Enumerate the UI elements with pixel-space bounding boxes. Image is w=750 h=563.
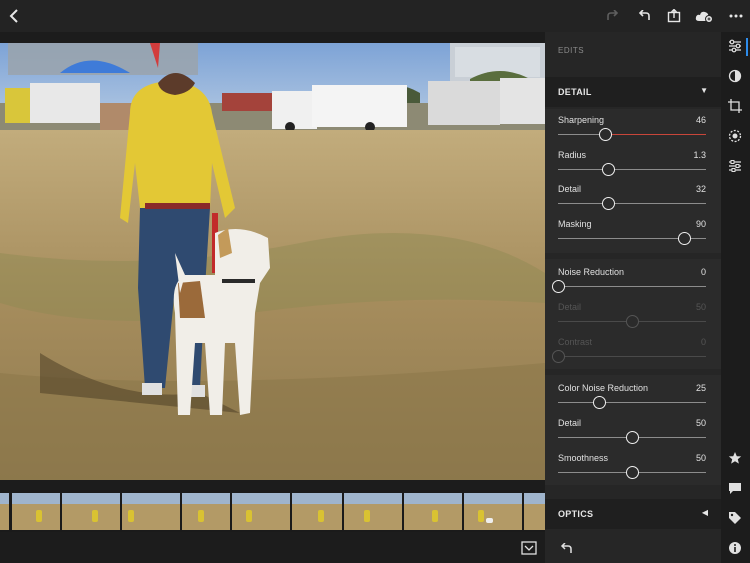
filmstrip-thumbnail[interactable]: [122, 493, 180, 530]
slider-label: Contrast: [558, 337, 593, 347]
noise-reduction-group: Noise Reduction 0 Detail 50 Contrast 0: [545, 259, 721, 369]
slider-track[interactable]: [558, 402, 706, 403]
slider-track[interactable]: [558, 168, 706, 170]
photo-image: [0, 43, 545, 480]
filmstrip-thumbnail[interactable]: [0, 493, 9, 530]
slider-knob[interactable]: [602, 197, 616, 210]
filmstrip-thumbnail[interactable]: [62, 493, 120, 530]
adjustments-icon[interactable]: [727, 38, 743, 54]
detail-section-header[interactable]: DETAIL ▼: [545, 77, 721, 107]
slider-knob[interactable]: [626, 466, 639, 479]
slider-radius[interactable]: Radius 1.3: [558, 150, 706, 182]
presets-icon[interactable]: [727, 68, 743, 84]
section-label: DETAIL: [558, 87, 592, 97]
slider-value: 50: [695, 418, 706, 428]
slider-knob[interactable]: [626, 315, 639, 328]
right-tool-rail: [721, 32, 750, 563]
slider-value: 25: [695, 383, 706, 393]
slider-detail: Detail 50: [558, 302, 706, 334]
section-label: OPTICS: [558, 509, 594, 519]
filmstrip-thumbnail[interactable]: [12, 493, 60, 530]
sharpening-group: Sharpening 46 Radius 1.3 Detail 32 Masking 90: [545, 109, 721, 253]
slider-color-noise-reduction[interactable]: Color Noise Reduction 25: [558, 383, 706, 415]
slider-knob[interactable]: [552, 280, 565, 293]
slider-label: Detail: [558, 418, 582, 428]
slider-label: Smoothness: [558, 453, 609, 463]
slider-track[interactable]: [558, 286, 706, 287]
selective-icon[interactable]: [727, 158, 743, 174]
caret-down-icon: ▼: [700, 86, 708, 95]
slider-detail[interactable]: Detail 50: [558, 418, 706, 450]
slider-label: Detail: [558, 302, 582, 312]
star-icon[interactable]: [727, 450, 743, 466]
top-bar: [0, 0, 750, 32]
bottom-bar: [0, 532, 545, 563]
slider-knob[interactable]: [552, 350, 565, 363]
slider-knob[interactable]: [626, 431, 639, 444]
slider-fill: [605, 134, 706, 135]
undo-icon[interactable]: [634, 6, 654, 26]
chevron-left-icon[interactable]: [4, 6, 24, 26]
filmstrip-thumbnail[interactable]: [182, 493, 230, 530]
panel-title: EDITS: [558, 46, 585, 55]
slider-value: 90: [695, 218, 706, 229]
slider-sharpening[interactable]: Sharpening 46: [558, 115, 706, 147]
slider-value: 0: [700, 267, 706, 277]
slider-value: 1.3: [693, 149, 706, 160]
slider-track[interactable]: [558, 356, 706, 357]
slider-value: 32: [695, 184, 706, 194]
cloud-sync-icon[interactable]: [694, 6, 714, 26]
slider-track[interactable]: [558, 203, 706, 204]
filmstrip-thumbnail[interactable]: [292, 493, 342, 530]
slider-value: 0: [700, 337, 706, 347]
redo-icon[interactable]: [603, 6, 623, 26]
tag-icon[interactable]: [727, 510, 743, 526]
filmstrip-thumbnail[interactable]: [524, 493, 545, 530]
filmstrip-thumbnail-selected[interactable]: [464, 493, 522, 530]
comment-icon[interactable]: [727, 480, 743, 496]
crop-icon[interactable]: [727, 98, 743, 114]
color-noise-group: Color Noise Reduction 25 Detail 50 Smoothnes…: [545, 375, 721, 485]
photo-canvas[interactable]: [0, 43, 545, 480]
optics-section-header[interactable]: OPTICS ◀: [545, 499, 721, 529]
slider-value: 46: [695, 115, 706, 125]
slider-knob[interactable]: [599, 128, 613, 141]
slider-label: Color Noise Reduction: [558, 383, 649, 393]
slider-masking[interactable]: Masking 90: [558, 219, 706, 251]
slider-knob[interactable]: [593, 396, 607, 409]
edits-panel: EDITS DETAIL ▼ Sharpening 46 Radius 1.3 Deta…: [545, 32, 721, 563]
slider-knob[interactable]: [602, 162, 616, 176]
slider-label: Masking: [558, 218, 592, 229]
filmstrip-toggle-icon[interactable]: [521, 541, 537, 555]
reset-icon[interactable]: [559, 542, 573, 554]
caret-left-icon: ◀: [701, 508, 708, 517]
slider-noise-reduction[interactable]: Noise Reduction 0: [552, 267, 706, 299]
healing-icon[interactable]: [727, 128, 743, 144]
slider-knob[interactable]: [677, 231, 691, 245]
filmstrip-thumbnail[interactable]: [344, 493, 402, 530]
info-icon[interactable]: [727, 540, 743, 556]
filmstrip-thumbnail[interactable]: [404, 493, 462, 530]
slider-contrast: Contrast 0: [552, 337, 706, 369]
slider-value: 50: [695, 453, 706, 463]
slider-label: Radius: [558, 149, 587, 160]
slider-label: Sharpening: [558, 115, 605, 125]
slider-detail[interactable]: Detail 32: [558, 184, 706, 216]
share-icon[interactable]: [664, 6, 684, 26]
slider-smoothness[interactable]: Smoothness 50: [558, 453, 706, 485]
slider-label: Detail: [558, 184, 582, 194]
filmstrip-thumbnail[interactable]: [232, 493, 290, 530]
more-icon[interactable]: [726, 6, 746, 26]
slider-label: Noise Reduction: [558, 267, 625, 277]
slider-value: 50: [695, 302, 706, 312]
active-tool-indicator: [746, 38, 748, 56]
filmstrip: [0, 490, 545, 532]
